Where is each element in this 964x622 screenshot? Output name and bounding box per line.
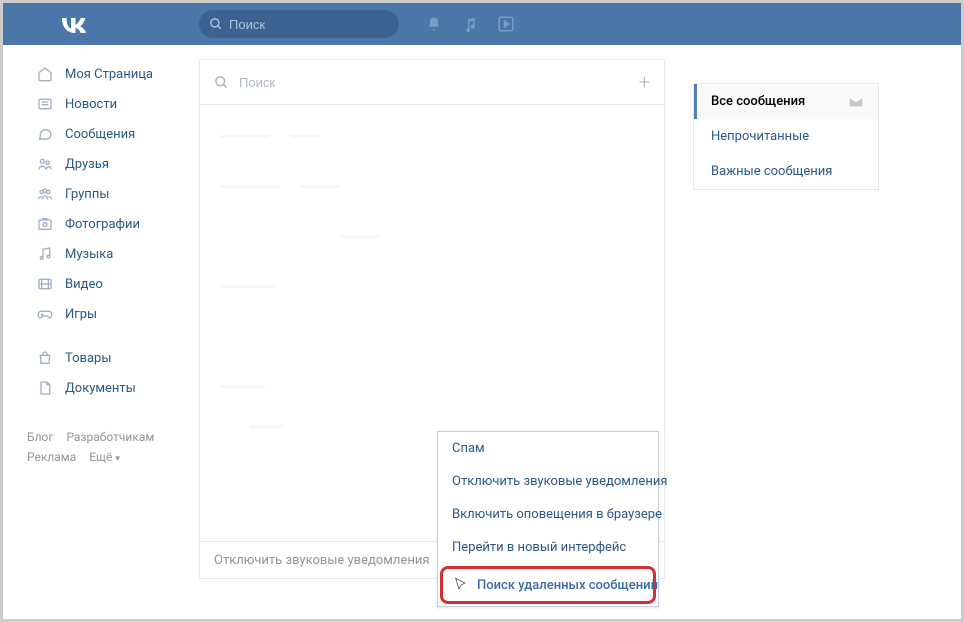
sidebar-item-my-page[interactable]: Моя Страница	[27, 59, 173, 89]
popup-item-enable-browser-notif[interactable]: Включить оповещения в браузере	[438, 498, 658, 531]
market-icon	[35, 348, 55, 368]
groups-icon	[35, 184, 55, 204]
tab-all-messages[interactable]: Все сообщения	[694, 84, 878, 119]
footer-link-ads[interactable]: Реклама	[27, 450, 76, 464]
disable-sounds-link[interactable]: Отключить звуковые уведомления	[214, 553, 429, 568]
sidebar-item-music[interactable]: Музыка	[27, 239, 173, 269]
sidebar-item-label: Моя Страница	[65, 67, 153, 82]
sidebar: Моя Страница Новости Сообщения Друзья Гр…	[3, 45, 173, 619]
sidebar-item-label: Новости	[65, 97, 117, 112]
games-icon	[35, 304, 55, 324]
tab-label: Важные сообщения	[711, 164, 832, 179]
header-search-input[interactable]	[229, 17, 389, 32]
messages-search-input[interactable]	[239, 75, 639, 90]
sidebar-item-games[interactable]: Игры	[27, 299, 173, 329]
music-icon[interactable]	[461, 15, 479, 33]
sidebar-item-label: Сообщения	[65, 127, 135, 142]
sidebar-item-label: Игры	[65, 307, 97, 322]
sidebar-item-photos[interactable]: Фотографии	[27, 209, 173, 239]
sidebar-item-label: Видео	[65, 277, 103, 292]
video-icon	[35, 274, 55, 294]
cursor-icon	[453, 577, 469, 593]
search-icon	[209, 17, 223, 31]
header-search[interactable]	[199, 10, 399, 38]
popup-item-label: Поиск удаленных сообщений	[477, 578, 658, 593]
sidebar-item-label: Друзья	[65, 157, 109, 172]
right-tabs: Все сообщения Непрочитанные Важные сообщ…	[693, 83, 879, 190]
footer-link-developers[interactable]: Разработчикам	[66, 430, 154, 444]
sidebar-item-label: Музыка	[65, 247, 113, 262]
home-icon	[35, 64, 55, 84]
sidebar-item-market[interactable]: Товары	[27, 343, 173, 373]
messages-search-bar: +	[200, 60, 664, 105]
header-bar	[3, 3, 961, 45]
sidebar-item-label: Документы	[65, 381, 136, 396]
music-nav-icon	[35, 244, 55, 264]
vk-logo[interactable]	[59, 15, 99, 33]
header-icons	[425, 15, 515, 33]
tab-important[interactable]: Важные сообщения	[694, 154, 878, 189]
docs-icon	[35, 378, 55, 398]
bell-icon[interactable]	[425, 15, 443, 33]
popup-item-search-deleted[interactable]: Поиск удаленных сообщений	[440, 566, 656, 604]
tab-label: Все сообщения	[711, 94, 805, 109]
sidebar-item-groups[interactable]: Группы	[27, 179, 173, 209]
settings-popup: Спам Отключить звуковые уведомления Вклю…	[437, 431, 659, 607]
tab-unread[interactable]: Непрочитанные	[694, 119, 878, 154]
sidebar-item-friends[interactable]: Друзья	[27, 149, 173, 179]
footer-links: Блог Разработчикам Реклама Ещё ▾	[27, 427, 173, 468]
new-message-button[interactable]: +	[639, 70, 650, 94]
photos-icon	[35, 214, 55, 234]
tab-label: Непрочитанные	[711, 129, 809, 144]
search-icon	[214, 75, 229, 90]
sidebar-item-video[interactable]: Видео	[27, 269, 173, 299]
sidebar-item-messages[interactable]: Сообщения	[27, 119, 173, 149]
footer-link-blog[interactable]: Блог	[27, 430, 53, 444]
friends-icon	[35, 154, 55, 174]
messages-icon	[35, 124, 55, 144]
footer-link-more[interactable]: Ещё ▾	[89, 450, 120, 464]
sidebar-item-news[interactable]: Новости	[27, 89, 173, 119]
popup-item-spam[interactable]: Спам	[438, 432, 658, 465]
popup-item-new-interface[interactable]: Перейти в новый интерфейс	[438, 531, 658, 564]
sidebar-item-label: Фотографии	[65, 217, 140, 232]
sidebar-item-label: Группы	[65, 187, 109, 202]
envelope-icon	[848, 96, 864, 108]
sidebar-item-label: Товары	[65, 351, 111, 366]
sidebar-item-docs[interactable]: Документы	[27, 373, 173, 403]
popup-item-disable-sounds[interactable]: Отключить звуковые уведомления	[438, 465, 658, 498]
play-icon[interactable]	[497, 15, 515, 33]
news-icon	[35, 94, 55, 114]
